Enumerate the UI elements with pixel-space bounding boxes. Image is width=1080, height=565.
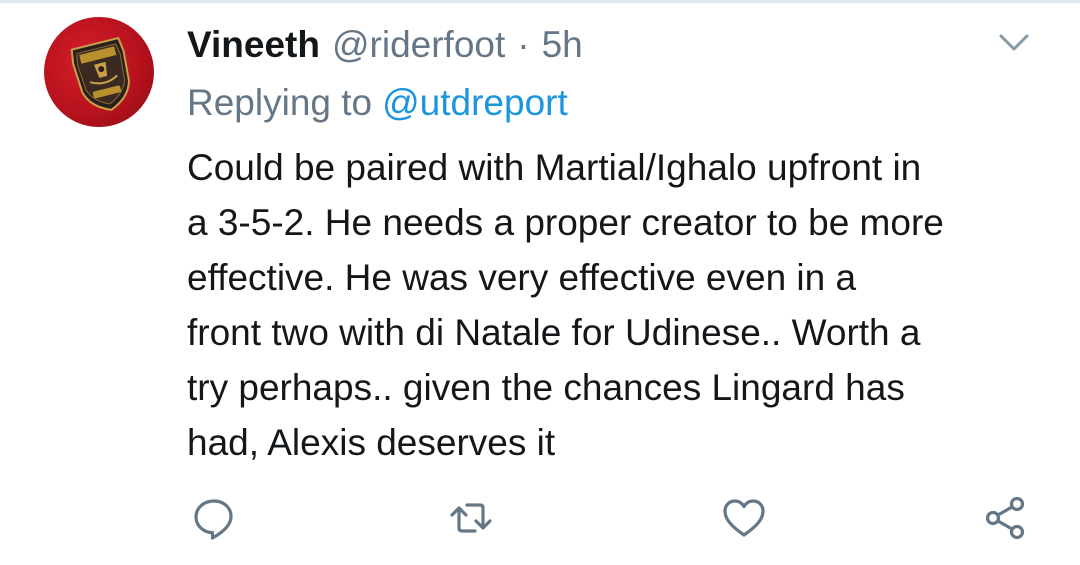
heart-icon — [723, 499, 765, 537]
reply-context: Replying to @utdreport — [187, 79, 568, 127]
retweet-button[interactable] — [448, 495, 494, 541]
tweet-text-line: Could be paired with Martial/Ighalo upfr… — [187, 147, 922, 188]
manchester-united-crest-icon — [70, 36, 130, 111]
avatar[interactable] — [44, 17, 154, 127]
user-handle[interactable]: @riderfoot — [332, 21, 505, 69]
share-button[interactable] — [983, 495, 1029, 541]
display-name[interactable]: Vineeth — [187, 21, 320, 69]
reply-prefix: Replying to — [187, 82, 373, 123]
reply-target-link[interactable]: @utdreport — [382, 82, 568, 123]
tweet-header: Vineeth @riderfoot · 5h — [187, 21, 583, 69]
timestamp[interactable]: 5h — [542, 21, 583, 69]
separator-dot: · — [517, 24, 530, 65]
comment-icon — [194, 499, 233, 540]
chevron-down-icon — [999, 34, 1029, 51]
tweet-text-line: front two with di Natale for Udinese.. W… — [187, 312, 921, 353]
tweet-text-line: effective. He was very effective even in… — [187, 257, 857, 298]
tweet-actions — [0, 495, 1080, 545]
tweet-text: Could be paired with Martial/Ighalo upfr… — [187, 140, 1057, 470]
more-options-button[interactable] — [996, 25, 1032, 61]
tweet-text-line: had, Alexis deserves it — [187, 422, 556, 463]
tweet-text-line: a 3-5-2. He needs a proper creator to be… — [187, 202, 944, 243]
reply-button[interactable] — [191, 495, 237, 541]
retweet-icon — [450, 503, 492, 533]
tweet-text-line: try perhaps.. given the chances Lingard … — [187, 367, 905, 408]
like-button[interactable] — [721, 495, 767, 541]
tweet[interactable]: Vineeth @riderfoot · 5h Replying to @utdr… — [0, 3, 1080, 565]
share-icon — [985, 496, 1025, 540]
